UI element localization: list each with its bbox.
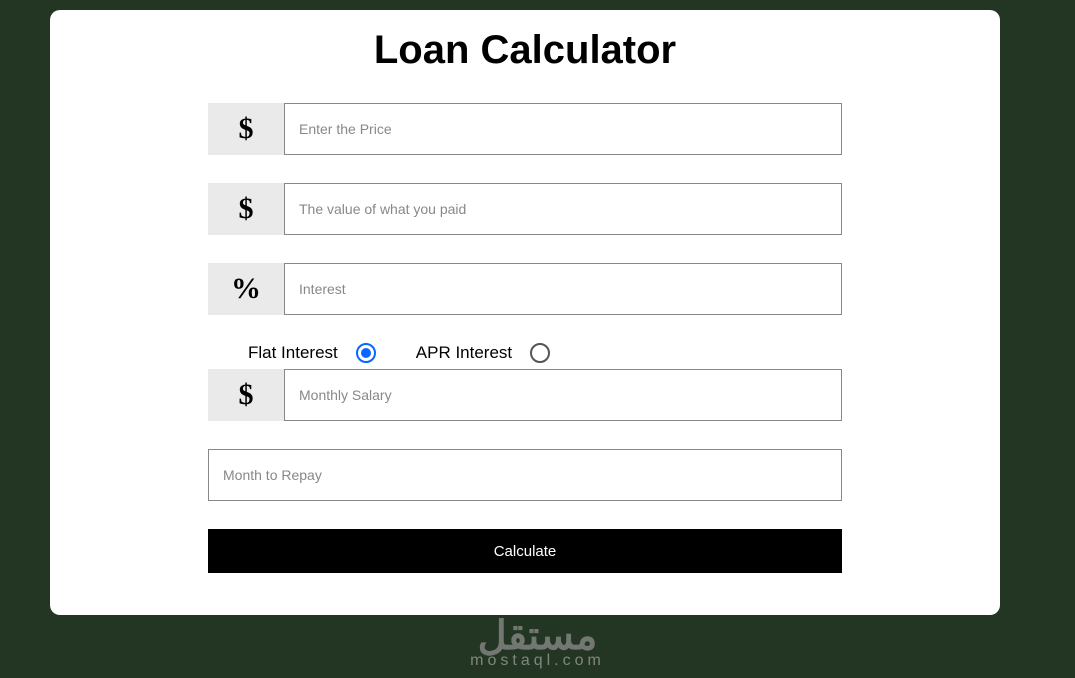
watermark: مستقل mostaql.com <box>470 616 605 670</box>
interest-type-group: Flat Interest APR Interest <box>208 343 842 363</box>
percent-icon: % <box>208 263 284 315</box>
page-title: Loan Calculator <box>50 28 1000 73</box>
interest-row: % <box>208 263 842 315</box>
loan-form: $ $ % Flat Interest APR Interest $ <box>208 103 842 573</box>
salary-input[interactable] <box>284 369 842 421</box>
calculate-button[interactable]: Calculate <box>208 529 842 573</box>
dollar-icon: $ <box>208 183 284 235</box>
apr-interest-option[interactable]: APR Interest <box>416 343 550 363</box>
radio-checked-icon <box>361 348 371 358</box>
paid-row: $ <box>208 183 842 235</box>
interest-input[interactable] <box>284 263 842 315</box>
price-input[interactable] <box>284 103 842 155</box>
watermark-text: mostaql.com <box>470 652 605 670</box>
paid-input[interactable] <box>284 183 842 235</box>
radio-icon[interactable] <box>356 343 376 363</box>
calculator-card: Loan Calculator $ $ % Flat Interest APR … <box>50 10 1000 615</box>
dollar-icon: $ <box>208 369 284 421</box>
repay-row <box>208 449 842 501</box>
apr-interest-label: APR Interest <box>416 343 512 363</box>
mostaql-logo-icon: مستقل <box>470 616 605 656</box>
flat-interest-option[interactable]: Flat Interest <box>248 343 376 363</box>
price-row: $ <box>208 103 842 155</box>
radio-icon[interactable] <box>530 343 550 363</box>
salary-row: $ <box>208 369 842 421</box>
repay-input[interactable] <box>208 449 842 501</box>
dollar-icon: $ <box>208 103 284 155</box>
flat-interest-label: Flat Interest <box>248 343 338 363</box>
